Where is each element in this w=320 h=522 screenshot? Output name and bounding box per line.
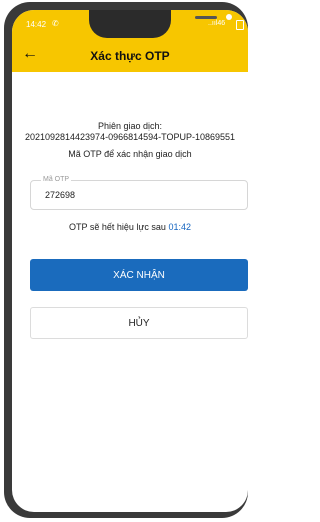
phone-frame: 14:42 ✆ ..ııl46 ← Xác thực OTP Phiên gia… xyxy=(4,2,248,518)
expiry-text: OTP sẽ hết hiệu lực sau xyxy=(69,222,166,232)
app-screen: 14:42 ✆ ..ııl46 ← Xác thực OTP Phiên gia… xyxy=(12,10,248,512)
otp-input[interactable]: Mã OTP 272698 xyxy=(30,176,248,210)
confirm-button[interactable]: XÁC NHẬN xyxy=(30,259,248,291)
cancel-button[interactable]: HỦY xyxy=(30,307,248,339)
page-title: Xác thực OTP xyxy=(90,49,170,63)
status-time: 14:42 xyxy=(26,20,47,29)
battery-icon xyxy=(236,20,244,30)
camera-icon xyxy=(226,14,232,20)
transaction-label: Phiên giao dịch: xyxy=(97,121,163,131)
transaction-id: 2021092814423974-0966814594-TOPUP-108695… xyxy=(24,132,235,142)
otp-field-label: Mã OTP xyxy=(41,176,72,183)
otp-instruction: Mã OTP để xác nhận giao dịch xyxy=(68,149,192,159)
phone-call-icon: ✆ xyxy=(52,19,59,28)
camera-notch xyxy=(89,10,232,38)
signal-indicator: ..ııl46 xyxy=(208,20,226,27)
speaker-icon xyxy=(195,16,217,19)
countdown-timer: 01:42 xyxy=(168,222,191,232)
app-header: ← Xác thực OTP xyxy=(12,40,248,72)
status-bar: 14:42 ✆ ..ııl46 xyxy=(12,10,248,40)
expiry-notice: OTP sẽ hết hiệu lực sau 01:42 xyxy=(12,222,248,232)
otp-field-value[interactable]: 272698 xyxy=(45,190,75,200)
